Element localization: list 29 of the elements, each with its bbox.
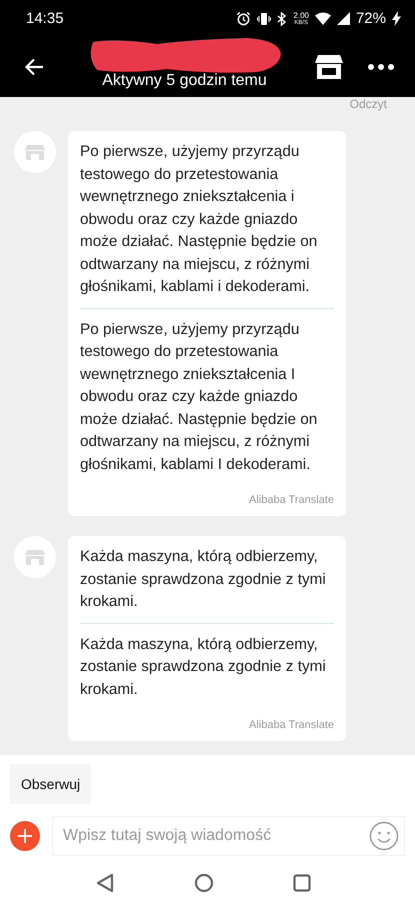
back-nav-icon[interactable] (96, 873, 114, 894)
follow-button[interactable]: Obserwuj (10, 764, 92, 804)
recents-nav-icon[interactable] (293, 874, 311, 892)
signal-icon (336, 12, 350, 26)
store-avatar-icon (14, 536, 56, 578)
wifi-icon (314, 12, 331, 26)
message-text: Po pierwsze, użyjemy przyrządu testowego do przetestowania wewnętrznego zniekształcenia i obwodu oraz czy każde gniazdo może działać. Następnie będzie on odtwarzany na miejscu, z różnymi głośnikami, kablami i dekoderami. (80, 142, 318, 298)
more-icon[interactable] (367, 63, 395, 72)
translation-source: Alibaba Translate (249, 719, 334, 732)
translated-text: Każda maszyna, którą odbierzemy, zostanie sprawdzona zgodnie z tymi krokami. (80, 634, 327, 700)
read-receipt: Odczyt (350, 97, 387, 112)
home-nav-icon[interactable] (194, 873, 214, 894)
back-arrow-icon[interactable] (24, 58, 44, 76)
charging-icon (392, 11, 401, 26)
vibrate-icon (257, 12, 272, 26)
add-icon[interactable] (10, 821, 40, 852)
translated-text: Po pierwsze, użyjemy przyrządu testowego do przetestowania wewnętrznego zniekształcenia I obwodu oraz czy każde gniazdo może działać. Następnie będzie on odtwarzany na miejscu, z różnymi głośnikami, kablami I dekoderami. (80, 320, 318, 475)
message-text: Każda maszyna, którą odbierzemy, zostanie sprawdzona zgodnie z tymi krokami. (80, 547, 327, 612)
battery-percent: 72% (356, 10, 386, 28)
speed-value: 2.00 (293, 12, 309, 20)
message-input[interactable]: Wpisz tutaj swoją wiadomość (52, 816, 405, 856)
store-icon[interactable] (315, 55, 343, 80)
clock-time: 14:35 (26, 10, 64, 28)
store-avatar-icon (14, 131, 56, 174)
translation-source: Alibaba Translate (249, 494, 334, 506)
emoji-icon[interactable] (369, 821, 399, 852)
bluetooth-icon (277, 12, 288, 26)
alarm-icon (236, 11, 252, 26)
activity-status: Aktywny 5 godzin temu (102, 72, 267, 90)
